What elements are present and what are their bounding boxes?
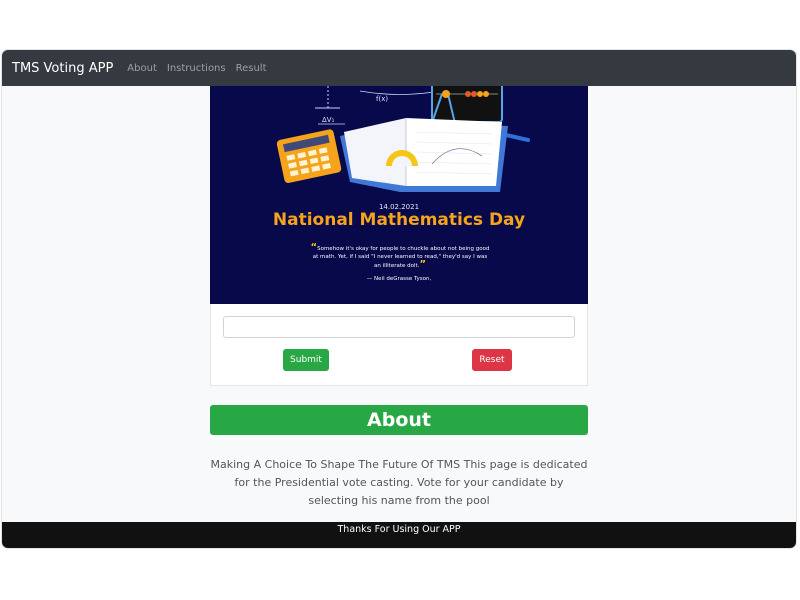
formula-text-fx: f(x) — [376, 95, 388, 103]
poster-author: — Neil deGrasse Tyson, — [366, 276, 432, 282]
about-heading: About — [210, 405, 588, 435]
nav-link-result[interactable]: Result — [236, 63, 267, 74]
math-day-poster: ΔV₁ f(x) 14.02.2021 National Mathematics… — [210, 86, 588, 304]
candidate-input[interactable] — [223, 316, 575, 338]
vote-form-card: Submit Reset — [210, 304, 588, 386]
footer: Thanks For Using Our APP — [2, 522, 796, 548]
nav-link-about[interactable]: About — [127, 63, 157, 74]
poster-quote: “Somehow it's okay for people to chuckle… — [310, 243, 490, 270]
submit-button[interactable]: Submit — [283, 349, 329, 371]
close-quote-icon: ” — [419, 259, 427, 270]
about-description: Making A Choice To Shape The Future Of T… — [210, 458, 588, 507]
formula-text-delta: ΔV₁ — [322, 116, 335, 124]
reset-button[interactable]: Reset — [472, 349, 512, 371]
brand-link[interactable]: TMS Voting APP — [12, 61, 113, 76]
poster-title: National Mathematics Day — [272, 210, 526, 230]
nav-link-instructions[interactable]: Instructions — [167, 63, 226, 74]
poster-quote-text: Somehow it's okay for people to chuckle … — [312, 246, 490, 269]
app-window: TMS Voting APP About Instructions Result… — [2, 50, 796, 548]
navbar: TMS Voting APP About Instructions Result — [2, 50, 796, 86]
poster-illustration: ΔV₁ f(x) — [276, 86, 530, 192]
